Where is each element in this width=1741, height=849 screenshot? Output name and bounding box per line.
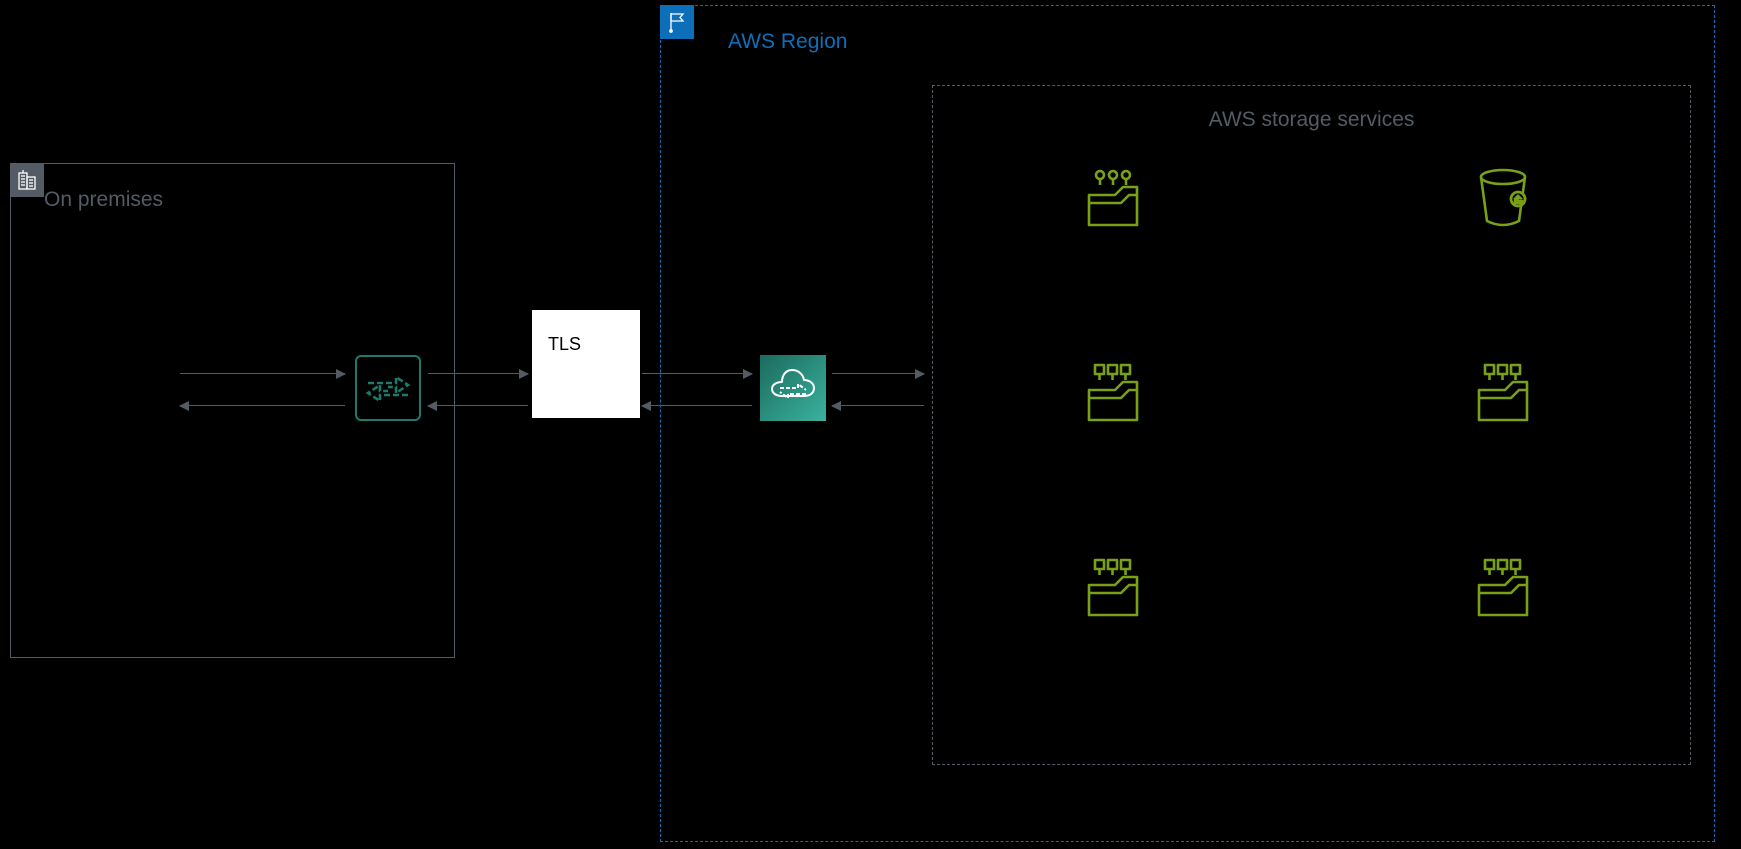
s3-bucket-icon [1470, 166, 1536, 232]
storage-service-fsx-lustre [1403, 361, 1603, 427]
on-premises-label: On premises [44, 188, 163, 212]
storage-service-fsx-windows [1013, 361, 1213, 427]
storage-service-s3 [1403, 166, 1603, 232]
storage-service-fsx-openzfs [1403, 556, 1603, 622]
arrow-onprem-to-agent [180, 373, 345, 374]
fsx-icon [1080, 361, 1146, 427]
arrow-tls-to-agent [428, 405, 528, 406]
fsx-icon [1080, 556, 1146, 622]
arrow-service-to-tls [642, 405, 752, 406]
aws-region-label: AWS Region [728, 30, 847, 54]
datasync-service-icon [760, 355, 826, 421]
arrow-service-to-storage [832, 373, 924, 374]
arrow-agent-to-tls [428, 373, 528, 374]
tls-label: TLS [548, 334, 581, 355]
storage-services-label: AWS storage services [933, 108, 1690, 132]
arrow-agent-to-onprem [180, 405, 345, 406]
storage-service-efs [1013, 166, 1213, 232]
datasync-agent-icon [355, 355, 421, 421]
fsx-icon [1470, 361, 1536, 427]
storage-service-fsx-ontap [1013, 556, 1213, 622]
architecture-diagram: On premises AWS Region AWS storage servi… [0, 0, 1741, 849]
storage-services-container: AWS storage services [932, 85, 1691, 765]
efs-icon [1080, 166, 1146, 232]
arrow-tls-to-service [642, 373, 752, 374]
building-icon [10, 163, 44, 197]
storage-services-grid [933, 166, 1690, 746]
arrow-storage-to-service [832, 405, 924, 406]
flag-icon [660, 5, 694, 39]
fsx-icon [1470, 556, 1536, 622]
tls-encryption-box: TLS [532, 310, 640, 418]
